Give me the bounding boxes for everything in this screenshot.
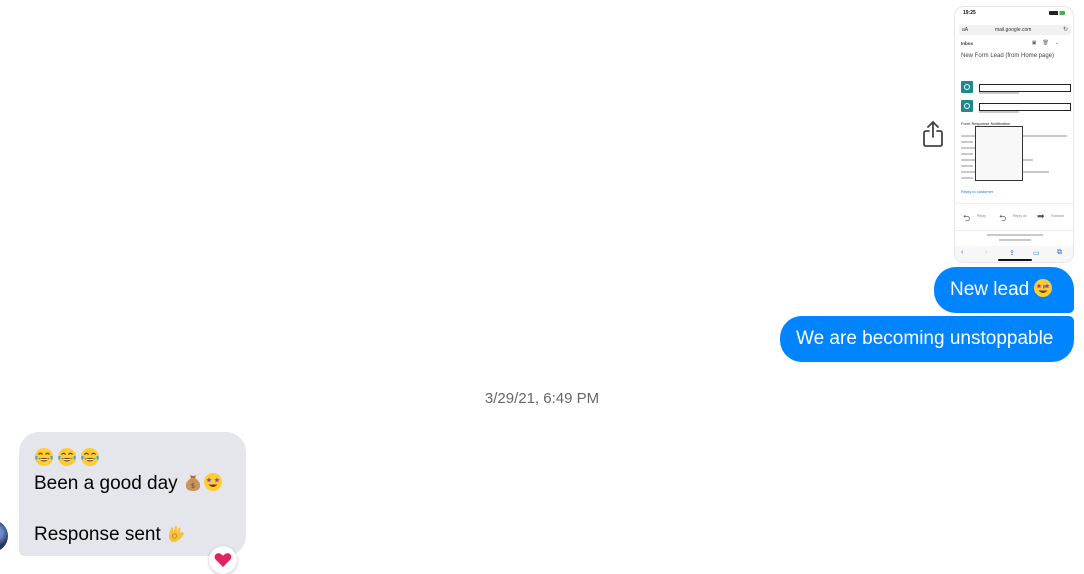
star-struck-emoji-icon	[1034, 279, 1053, 297]
message-text: Response sent	[34, 524, 161, 545]
outgoing-message[interactable]: New lead	[934, 267, 1074, 313]
message-text: Been a good day	[34, 473, 178, 494]
joy-emoji-icon	[35, 448, 53, 466]
phone-email-subject: New Form Lead (from Home page)	[961, 53, 1055, 59]
phone-inbox-label: Inbox	[961, 41, 973, 46]
bookmarks-icon: ▭	[1033, 250, 1040, 257]
message-line: Been a good day $	[34, 471, 231, 496]
reply-label: Reply	[977, 214, 986, 218]
phone-reply-link: Reply to customer	[961, 189, 994, 194]
avatar[interactable]	[0, 520, 8, 552]
ok-hand-emoji-icon	[168, 526, 184, 543]
heart-icon	[214, 553, 232, 567]
screenshot-attachment[interactable]: 19:25 aA mail.google.com ↻ Inbox ▣🗑⌄ New…	[954, 6, 1074, 263]
joy-emoji-icon	[81, 448, 99, 466]
share-icon[interactable]	[921, 120, 945, 148]
forward-icon: ➡	[1037, 211, 1045, 221]
message-text: We are becoming unstoppable	[796, 328, 1054, 349]
money-bag-emoji-icon: $	[185, 475, 201, 491]
star-struck-emoji-icon	[203, 473, 222, 491]
tabs-icon: ⧉	[1057, 249, 1062, 256]
heart-reaction[interactable]	[209, 546, 237, 574]
message-timestamp: 3/29/21, 6:49 PM	[484, 390, 600, 407]
joy-emoji-icon	[58, 448, 76, 466]
outgoing-message[interactable]: We are becoming unstoppable	[780, 316, 1074, 362]
phone-sender-row	[961, 81, 1071, 95]
phone-sender-row	[961, 100, 1071, 114]
phone-status-time: 19:25	[963, 10, 976, 16]
emoji-row	[34, 446, 231, 471]
forward-label: Forward	[1051, 214, 1064, 218]
reply-all-icon: ⮌	[999, 213, 1007, 223]
incoming-message[interactable]: Been a good day $ Response sent	[19, 432, 246, 556]
back-icon: ‹	[961, 249, 964, 256]
forward-nav-icon: ›	[985, 249, 988, 256]
sender-avatar-icon	[961, 100, 973, 112]
phone-url-bar: aA mail.google.com ↻	[959, 25, 1071, 35]
reload-icon: ↻	[1062, 27, 1068, 33]
home-indicator	[998, 259, 1032, 261]
redaction-box	[975, 126, 1023, 181]
archive-delete-icons: ▣🗑⌄	[1031, 40, 1065, 46]
phone-safari-toolbar: ‹ › ⇪ ▭ ⧉	[955, 246, 1073, 262]
message-text: New lead	[950, 279, 1030, 300]
reply-all-label: Reply all	[1013, 214, 1027, 218]
share-small-icon: ⇪	[1009, 250, 1015, 257]
svg-text:$: $	[191, 482, 195, 490]
phone-url-text: mail.google.com	[995, 27, 1032, 33]
reader-aa-label: aA	[962, 27, 969, 33]
redaction-box	[979, 84, 1071, 92]
sender-avatar-icon	[961, 81, 973, 93]
signal-battery-icon	[1049, 11, 1065, 15]
reply-icon: ⮌	[963, 213, 971, 223]
redaction-box	[979, 103, 1071, 111]
phone-email-actions: ⮌ Reply ⮌ Reply all ➡ Forward	[955, 203, 1073, 231]
phone-status-bar: 19:25	[955, 7, 1073, 21]
message-line: Response sent	[34, 522, 231, 547]
